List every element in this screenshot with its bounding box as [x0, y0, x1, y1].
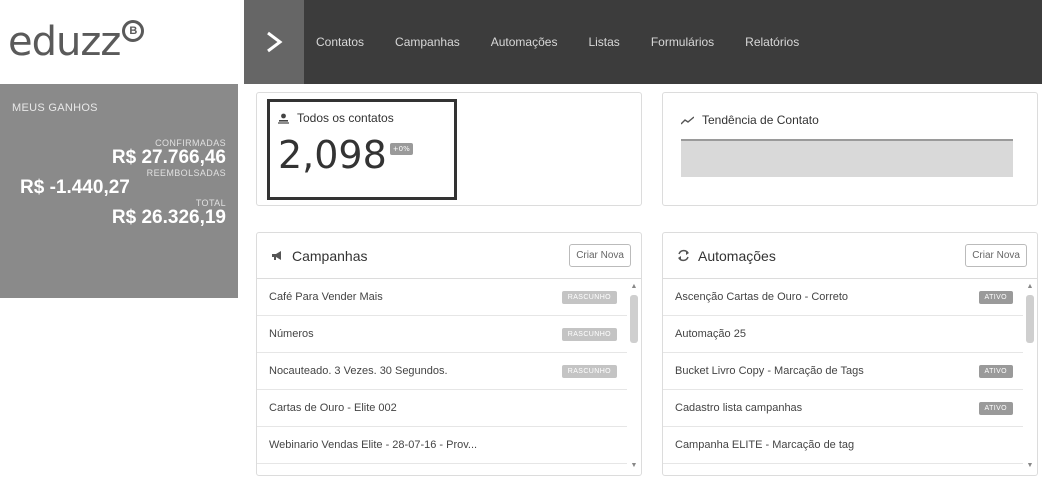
nav-item-automacoes[interactable]: Automações [491, 35, 558, 49]
nav-item-relatorios[interactable]: Relatórios [745, 35, 799, 49]
campaigns-list: Café Para Vender Mais RASCUNHO Números R… [257, 279, 627, 464]
automation-name: Automação 25 [675, 328, 746, 340]
refresh-icon [677, 249, 690, 262]
nav-item-contatos[interactable]: Contatos [316, 35, 364, 49]
create-automation-button[interactable]: Criar Nova [965, 244, 1027, 267]
trend-chart-area [681, 139, 1013, 177]
contacts-change-badge: +0% [389, 143, 413, 155]
list-item[interactable]: Cadastro lista campanhas ATIVO [663, 390, 1023, 427]
campaign-name: Webinario Vendas Elite - 28-07-16 - Prov… [269, 439, 478, 451]
automation-name: Ascenção Cartas de Ouro - Correto [675, 291, 849, 303]
logo-text: eduzz [8, 19, 121, 65]
all-contacts-card: Todos os contatos 2,098 +0% [256, 92, 642, 206]
total-value: R$ 26.326,19 [111, 207, 226, 228]
list-item[interactable]: Campanha ELITE - Marcação de tag [663, 427, 1023, 464]
campaigns-panel: Campanhas Criar Nova Café Para Vender Ma… [256, 232, 642, 476]
brand-logo[interactable]: eduzz B [0, 0, 238, 84]
list-item[interactable]: Automação 25 [663, 316, 1023, 353]
nav-item-formularios[interactable]: Formulários [651, 35, 714, 49]
automations-title: Automações [698, 247, 776, 264]
list-item[interactable]: Café Para Vender Mais RASCUNHO [257, 279, 627, 316]
refunded-value: R$ -1.440,27 [20, 177, 130, 198]
logo-badge-icon: B [122, 20, 145, 42]
scrollbar-thumb[interactable] [630, 295, 638, 343]
status-badge: RASCUNHO [561, 290, 617, 304]
scroll-down-icon[interactable]: ▼ [1025, 462, 1035, 469]
contacts-count: 2,098 [278, 133, 387, 177]
list-item[interactable]: Números RASCUNHO [257, 316, 627, 353]
megaphone-icon [271, 250, 284, 261]
campaign-name: Números [269, 328, 314, 340]
list-item[interactable]: Cartas de Ouro - Elite 002 [257, 390, 627, 427]
contact-trend-card: Tendência de Contato [662, 92, 1038, 206]
list-item[interactable]: Bucket Livro Copy - Marcação de Tags ATI… [663, 353, 1023, 390]
automation-name: Bucket Livro Copy - Marcação de Tags [675, 365, 864, 377]
trend-line-icon [681, 115, 694, 125]
automations-scrollbar[interactable]: ▲ ▼ [1025, 283, 1035, 469]
all-contacts-box[interactable]: Todos os contatos 2,098 +0% [267, 99, 457, 200]
trend-title: Tendência de Contato [702, 113, 819, 127]
scroll-down-icon[interactable]: ▼ [629, 462, 639, 469]
scrollbar-thumb[interactable] [1026, 295, 1034, 343]
status-badge: RASCUNHO [561, 327, 617, 341]
status-badge: ATIVO [978, 290, 1013, 304]
list-item[interactable]: Ascenção Cartas de Ouro - Correto ATIVO [663, 279, 1023, 316]
all-contacts-title: Todos os contatos [297, 111, 394, 125]
chevron-right-icon[interactable] [244, 0, 304, 84]
nav-item-listas[interactable]: Listas [588, 35, 619, 49]
automation-name: Cadastro lista campanhas [675, 402, 803, 414]
campaign-name: Cartas de Ouro - Elite 002 [269, 402, 397, 414]
automations-panel: Automações Criar Nova Ascenção Cartas de… [662, 232, 1038, 476]
automations-list: Ascenção Cartas de Ouro - Correto ATIVO … [663, 279, 1023, 464]
campaign-name: Nocauteado. 3 Vezes. 30 Segundos. [269, 365, 448, 377]
earnings-panel: MEUS GANHOS CONFIRMADAS R$ 27.766,46 REE… [0, 84, 238, 298]
nav-item-campanhas[interactable]: Campanhas [395, 35, 460, 49]
campaign-name: Café Para Vender Mais [269, 291, 383, 303]
confirmed-value: R$ 27.766,46 [111, 147, 226, 168]
earnings-title: MEUS GANHOS [12, 102, 98, 114]
campaigns-title: Campanhas [292, 247, 368, 264]
status-badge: RASCUNHO [561, 364, 617, 378]
status-badge: ATIVO [978, 364, 1013, 378]
top-navigation: Contatos Campanhas Automações Listas For… [244, 0, 1042, 84]
user-icon [278, 113, 289, 124]
create-campaign-button[interactable]: Criar Nova [569, 244, 631, 267]
automation-name: Campanha ELITE - Marcação de tag [675, 439, 855, 451]
status-badge: ATIVO [978, 401, 1013, 415]
campaigns-scrollbar[interactable]: ▲ ▼ [629, 283, 639, 469]
list-item[interactable]: Nocauteado. 3 Vezes. 30 Segundos. RASCUN… [257, 353, 627, 390]
list-item[interactable]: Webinario Vendas Elite - 28-07-16 - Prov… [257, 427, 627, 464]
scroll-up-icon[interactable]: ▲ [1025, 283, 1035, 290]
scroll-up-icon[interactable]: ▲ [629, 283, 639, 290]
